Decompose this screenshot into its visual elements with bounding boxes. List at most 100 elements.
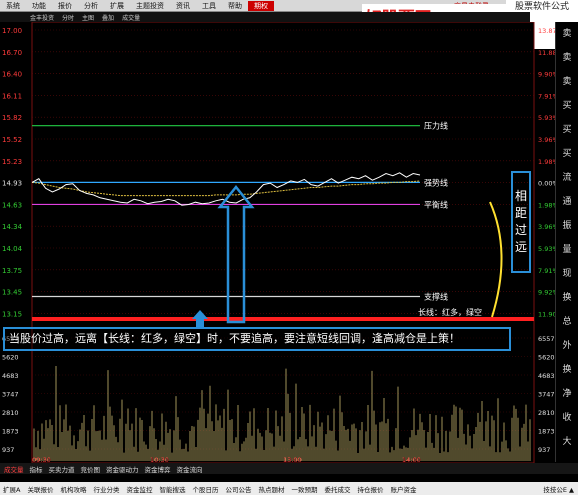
quote-side-panel: 卖卖卖买买买流通振量现换总外换净收大	[555, 22, 578, 462]
pct-tick-label: 0.00%	[538, 180, 555, 188]
volume-tick-label: 4683	[538, 372, 555, 380]
pct-tick-label: 13.87%	[538, 27, 555, 35]
status-item[interactable]: 公司公告	[225, 484, 251, 494]
volume-tick-label: 1873	[538, 428, 555, 436]
menu-item[interactable]: 帮助	[222, 1, 248, 11]
menu-item[interactable]: 资讯	[170, 1, 196, 11]
pct-tick-label: 1.98%	[538, 158, 555, 166]
note-char: 距	[514, 206, 527, 220]
menu-item[interactable]: 扩展	[104, 1, 130, 11]
plot-frame	[31, 22, 535, 463]
volume-tick-label: 6557	[538, 335, 555, 343]
volume-tick-label: 5620	[2, 354, 19, 362]
indicator-tab[interactable]: 资金博弈	[145, 464, 171, 474]
status-item[interactable]: 持仓报价	[357, 484, 383, 494]
menu-item[interactable]: 分析	[78, 1, 104, 11]
status-item[interactable]: 一致预期	[291, 484, 317, 494]
quote-field-label: 净	[562, 389, 572, 399]
subbar-item[interactable]: 成交量	[122, 13, 140, 22]
subbar-item[interactable]: 主图	[82, 13, 94, 22]
indicator-tab[interactable]: 成交量	[4, 464, 24, 474]
pct-tick-label: 3.96%	[538, 223, 555, 231]
quote-field-label: 卖	[562, 53, 572, 63]
quote-field-label: 总	[562, 317, 572, 327]
menu-item[interactable]: 主题投资	[130, 1, 170, 11]
volume-tick-label: 1873	[2, 428, 19, 436]
pct-tick-label: 3.96%	[538, 136, 555, 144]
status-item[interactable]: 机构攻略	[60, 484, 86, 494]
status-item[interactable]: 资金监控	[126, 484, 152, 494]
long-line-label: 长线：红多，绿空	[418, 307, 482, 317]
indicator-tab[interactable]: 竞价图	[81, 464, 101, 474]
indicator-tab[interactable]: 资金流向	[177, 464, 203, 474]
volume-tick-label: 2810	[538, 409, 555, 417]
quote-field-label: 卖	[562, 29, 572, 39]
price-tick-label: 14.34	[2, 223, 23, 231]
quote-field-label: 大	[562, 437, 572, 447]
quote-field-label: 买	[562, 101, 572, 111]
stock-name[interactable]: 金丰投资	[30, 13, 54, 22]
pct-tick-label: 7.91%	[538, 92, 555, 100]
status-item[interactable]: 扩展A	[3, 484, 20, 494]
time-tick-label: 10:30	[150, 456, 169, 463]
pct-tick-label: 9.92%	[538, 289, 555, 297]
chart-subtoolbar: 金丰投资 分时 主图 叠加 成交量	[0, 12, 530, 22]
price-tick-label: 16.70	[2, 49, 22, 57]
price-tick-label: 13.75	[2, 267, 22, 275]
long-line	[32, 317, 534, 321]
quote-field-label: 收	[562, 413, 572, 423]
quote-field-label: 振	[562, 221, 572, 231]
indicator-tab[interactable]: 买卖力道	[49, 464, 75, 474]
reference-line-label: 支撑线	[424, 291, 448, 301]
time-tick-label: 09:30	[32, 456, 51, 463]
quote-field-label: 换	[562, 365, 572, 375]
quote-field-label: 卖	[562, 77, 572, 87]
status-item[interactable]: 关联报价	[27, 484, 53, 494]
quote-field-label: 现	[562, 269, 572, 279]
volume-tick-label: 5620	[538, 354, 555, 362]
quote-field-label: 买	[562, 149, 572, 159]
note-char: 过	[514, 223, 527, 237]
price-tick-label: 13.45	[2, 289, 22, 297]
status-item[interactable]: 委托成交	[324, 484, 350, 494]
pct-tick-label: 7.91%	[538, 267, 555, 275]
menu-item[interactable]: 期权	[248, 0, 274, 11]
pct-tick-label: 11.88%	[538, 49, 555, 57]
price-tick-label: 14.63	[2, 201, 22, 209]
status-item[interactable]: 热点题材	[258, 484, 284, 494]
status-item[interactable]: 个股日历	[192, 484, 218, 494]
time-tick-label: 14:00	[402, 456, 421, 463]
indicator-tabs: 成交量 指标 买卖力道 竞价图 资金驱动力 资金博弈 资金流向	[0, 463, 578, 474]
price-tick-label: 13.15	[2, 310, 22, 318]
menu-item[interactable]: 功能	[26, 1, 52, 11]
quote-field-label: 流	[562, 173, 572, 183]
menu-item[interactable]: 系统	[0, 1, 26, 11]
status-right[interactable]: 技技公E ▲	[543, 484, 578, 494]
indicator-tab[interactable]: 指标	[30, 464, 43, 474]
distance-note-box: 相距过远	[511, 171, 531, 273]
time-tick-label: 13:00	[283, 456, 302, 463]
quote-field-label: 通	[562, 197, 572, 207]
menu-item[interactable]: 工具	[196, 1, 222, 11]
subbar-item[interactable]: 分时	[62, 13, 74, 22]
price-tick-label: 16.40	[2, 71, 22, 79]
volume-tick-label: 937	[538, 446, 550, 454]
status-bar: 扩展A 关联报价 机构攻略 行业分类 资金监控 智能搜选 个股日历 公司公告 热点题材 一致预期委…	[0, 482, 578, 495]
status-item[interactable]: 账户资金	[390, 484, 416, 494]
subbar-item[interactable]: 叠加	[102, 13, 114, 22]
quote-field-label: 买	[562, 125, 572, 135]
intraday-chart[interactable]: 17.00 13.87% 16.70 11.88% 16.40 9.90% 16.11 7.9…	[0, 22, 555, 463]
pct-tick-label: 11.90%	[538, 310, 555, 318]
reference-line-label: 压力线	[424, 121, 448, 131]
volume-tick-label: 937	[2, 446, 14, 454]
quote-field-label: 换	[562, 293, 572, 303]
note-char: 相	[514, 189, 527, 203]
price-tick-label: 15.82	[2, 114, 22, 122]
price-tick-label: 14.04	[2, 245, 23, 253]
quote-field-label: 量	[562, 245, 572, 255]
reference-line-label: 强势线	[424, 177, 448, 187]
menu-item[interactable]: 报价	[52, 1, 78, 11]
status-item[interactable]: 智能搜选	[159, 484, 185, 494]
status-item[interactable]: 行业分类	[93, 484, 119, 494]
indicator-tab[interactable]: 资金驱动力	[106, 464, 139, 474]
